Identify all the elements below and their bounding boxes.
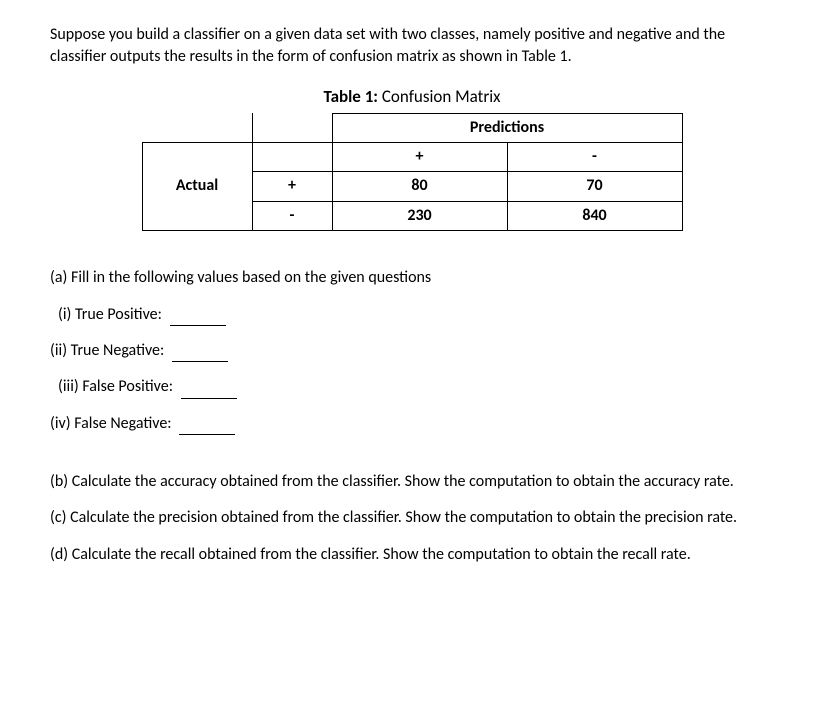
qa-iv-label: (iv) False Negative: xyxy=(50,414,172,433)
qa-i-label: (i) True Positive: xyxy=(58,305,162,324)
table-row: Actual + - xyxy=(142,142,682,171)
table-row: Predictions xyxy=(142,113,682,142)
question-a-lead: (a) Fill in the following values based o… xyxy=(50,267,774,289)
actual-label: Actual xyxy=(142,142,252,230)
cell-fn: 70 xyxy=(507,172,682,201)
question-a-iv: (iv) False Negative: xyxy=(50,413,774,435)
blank-field[interactable] xyxy=(170,325,226,326)
qa-iii-label: (iii) False Positive: xyxy=(58,377,173,396)
empty-cell xyxy=(252,142,332,171)
actual-plus-label: + xyxy=(252,172,332,201)
question-a-i: (i) True Positive: xyxy=(58,304,774,326)
cell-tn: 840 xyxy=(507,201,682,230)
table-title-bold: Table 1: xyxy=(323,86,378,107)
pred-plus-header: + xyxy=(332,142,507,171)
predictions-header: Predictions xyxy=(332,113,682,142)
table-title-rest: Confusion Matrix xyxy=(378,86,501,107)
question-d: (d) Calculate the recall obtained from t… xyxy=(50,544,774,566)
table-title: Table 1: Confusion Matrix xyxy=(50,85,774,109)
blank-field[interactable] xyxy=(179,434,235,435)
question-a-iii: (iii) False Positive: xyxy=(58,376,774,398)
blank-field[interactable] xyxy=(181,398,237,399)
cell-fp: 230 xyxy=(332,201,507,230)
question-b: (b) Calculate the accuracy obtained from… xyxy=(50,471,774,493)
blank-field[interactable] xyxy=(172,361,228,362)
question-c: (c) Calculate the precision obtained fro… xyxy=(50,507,774,529)
question-a-ii: (ii) True Negative: xyxy=(50,340,774,362)
actual-minus-label: - xyxy=(252,201,332,230)
confusion-matrix-table: Predictions Actual + - + 80 70 - 230 840 xyxy=(142,113,683,232)
qa-ii-label: (ii) True Negative: xyxy=(50,341,164,360)
cell-tp: 80 xyxy=(332,172,507,201)
pred-minus-header: - xyxy=(507,142,682,171)
intro-paragraph: Suppose you build a classifier on a give… xyxy=(50,24,774,69)
empty-cell xyxy=(142,113,252,142)
empty-cell xyxy=(252,113,332,142)
question-a-group: (a) Fill in the following values based o… xyxy=(50,267,774,435)
